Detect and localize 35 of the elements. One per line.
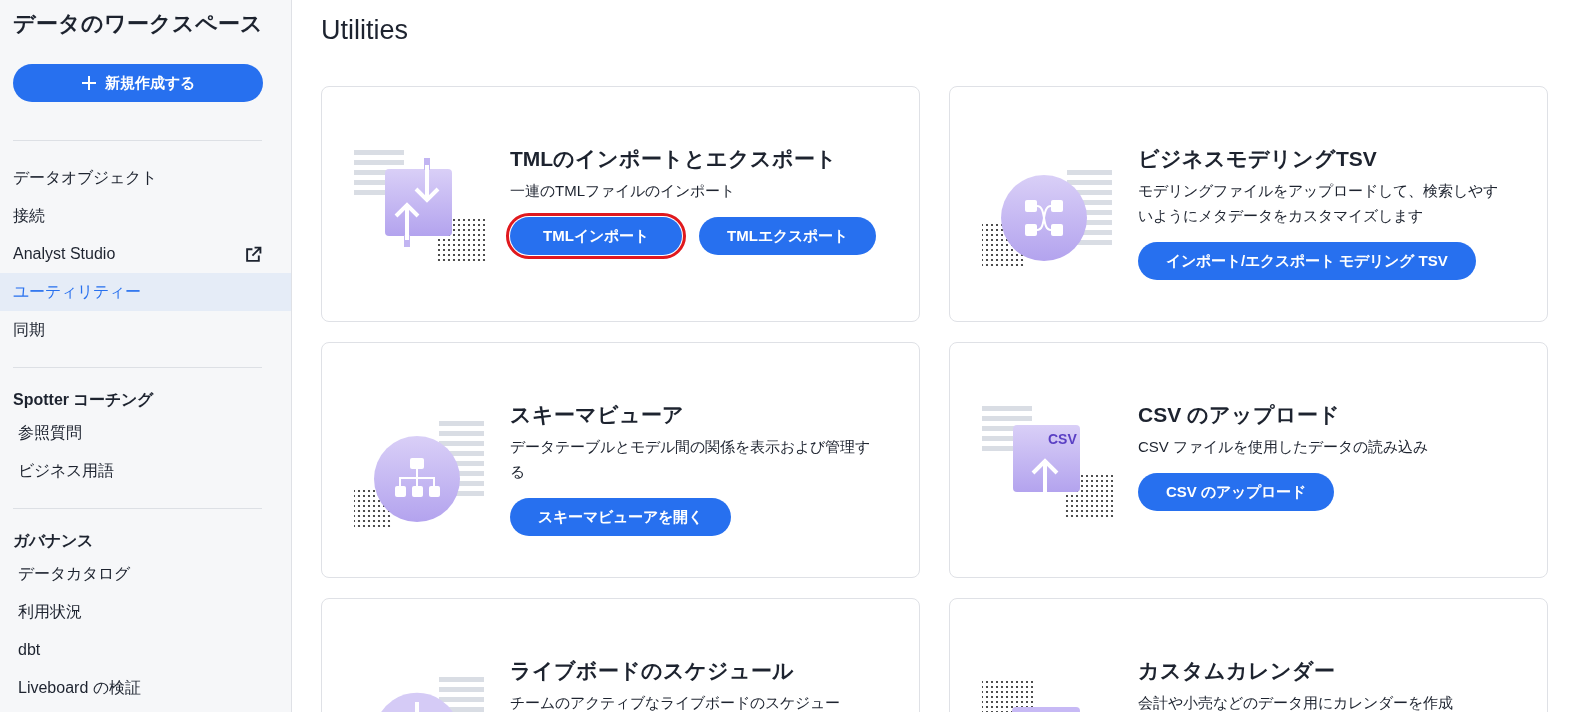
sidebar-item[interactable]: 利用状況 [0, 593, 291, 631]
sidebar-item[interactable]: ユーティリティー [0, 273, 291, 311]
card-title: TMLのインポートとエクスポート [510, 146, 839, 172]
section-heading: ガバナンス [12, 531, 94, 551]
action-button[interactable]: TMLエクスポート [699, 217, 876, 255]
sidebar-item[interactable]: 同期 [0, 311, 291, 349]
csv-label: CSV [1048, 431, 1077, 447]
plus-icon [81, 75, 97, 91]
card-description: モデリングファイルをアップロードして、検索しやすいようにメタデータをカスタマイズします [1138, 181, 1499, 226]
card-description: 会計や小売などのデータ用にカレンダーを作成 [1138, 693, 1454, 712]
sidebar-item[interactable]: Liveboard の検証 [0, 669, 291, 707]
action-button[interactable]: インポート/エクスポート モデリング TSV [1138, 242, 1476, 280]
sidebar-item[interactable]: ビジネス用語 [0, 452, 291, 490]
sidebar-item[interactable]: データカタログ [0, 555, 291, 593]
card-description: CSV ファイルを使用したデータの読み込み [1138, 437, 1429, 457]
card-description: データテーブルとモデル間の関係を表示および管理する [510, 437, 871, 482]
card-description: 一連のTMLファイルのインポート [510, 181, 736, 201]
sidebar-item[interactable]: dbt [0, 631, 291, 669]
workspace-title: データのワークスペース [12, 10, 264, 38]
sidebar-item[interactable]: データオブジェクト [0, 159, 291, 197]
card-title: CSV のアップロード [1138, 402, 1341, 428]
card-description: チームのアクティブなライブボードのスケジュー [510, 693, 841, 712]
section-heading: Spotter コーチング [12, 390, 155, 410]
action-button[interactable]: CSV のアップロード [1138, 473, 1334, 511]
card-title: カスタムカレンダー [1138, 658, 1336, 684]
card-title: ライブボードのスケジュール [510, 658, 795, 684]
external-link-icon [245, 245, 262, 263]
sidebar-item[interactable]: 参照質問 [0, 414, 291, 452]
sidebar-item[interactable]: Analyst Studio [0, 235, 291, 273]
action-button[interactable]: スキーマビューアを開く [510, 498, 731, 536]
page-title: Utilities [321, 14, 409, 47]
card-title: ビジネスモデリングTSV [1138, 146, 1378, 172]
sidebar-item[interactable]: 接続 [0, 197, 291, 235]
card-title: スキーマビューア [510, 402, 685, 428]
create-new-button[interactable]: 新規作成する [13, 64, 263, 102]
